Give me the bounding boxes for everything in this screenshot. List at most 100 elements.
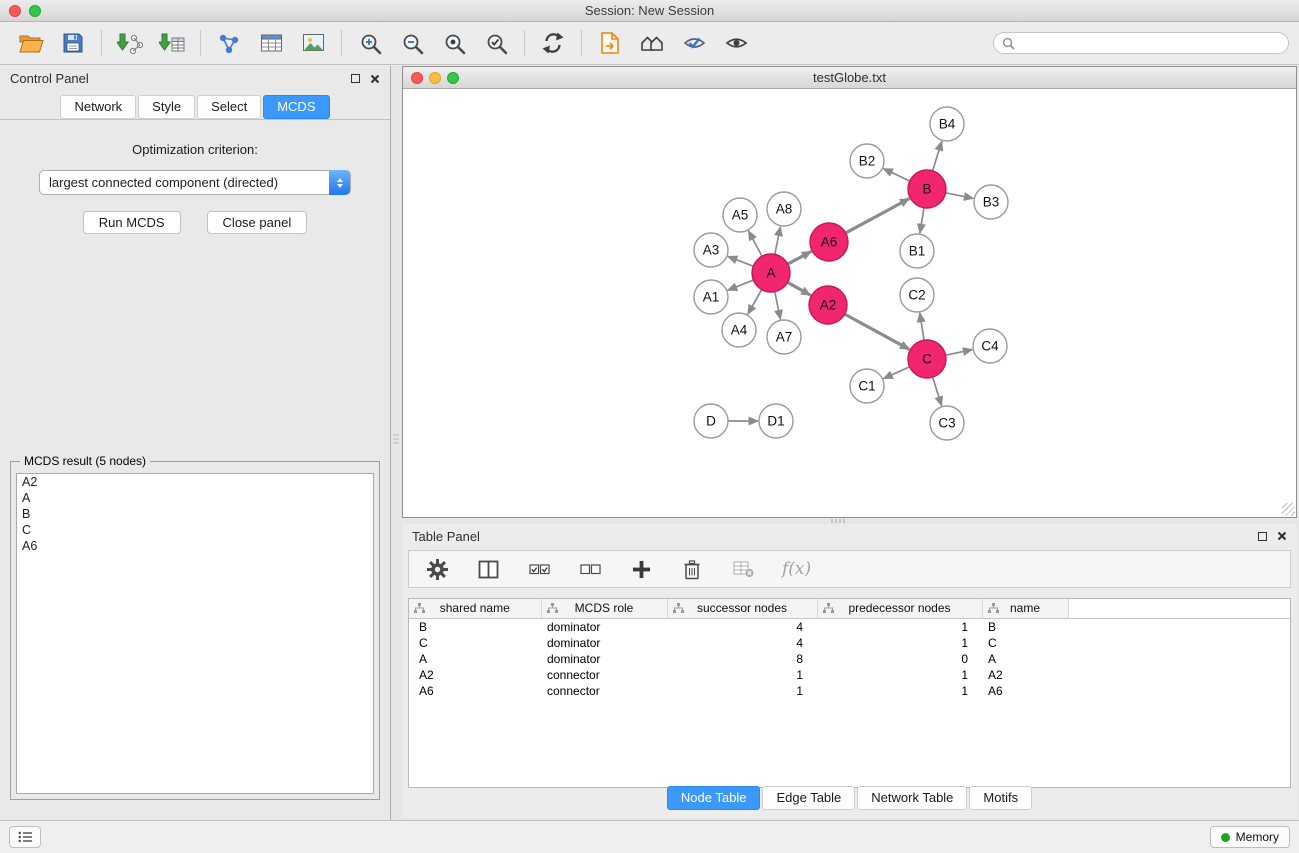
export-image-button[interactable] [292,26,334,60]
table-row[interactable]: A2connector11A2 [409,667,1290,683]
graph-node-A7[interactable]: A7 [767,320,801,354]
deselect-all-columns-button[interactable] [578,557,602,581]
column-header-successor-nodes[interactable]: successor nodes [667,599,817,618]
open-session-button[interactable] [10,26,52,60]
column-header-shared-name[interactable]: shared name [409,599,541,618]
graph-edge-C-C2[interactable] [920,313,924,340]
table-settings-button[interactable] [425,557,449,581]
import-table-button[interactable] [151,26,193,60]
apply-layout-button[interactable] [532,26,574,60]
graph-node-B4[interactable]: B4 [930,107,964,141]
tab-select[interactable]: Select [197,95,261,119]
graph-edge-C-C1[interactable] [883,367,909,379]
tab-node-table[interactable]: Node Table [667,786,761,810]
graph-edge-A-A3[interactable] [728,256,753,266]
show-column-panel-button[interactable] [476,557,500,581]
table-row[interactable]: Adominator80A [409,651,1290,667]
zoom-window-button[interactable] [29,5,41,17]
graph-edge-B-B1[interactable] [920,208,924,233]
close-network-window-button[interactable] [411,72,423,84]
zoom-in-button[interactable] [349,26,391,60]
graph-node-A1[interactable]: A1 [694,280,728,314]
graph-node-A4[interactable]: A4 [722,313,756,347]
close-panel-icon[interactable] [370,74,380,84]
close-panel-button[interactable]: Close panel [207,211,308,234]
result-item[interactable]: A6 [17,538,373,554]
graph-node-D1[interactable]: D1 [759,404,793,438]
graph-edge-B-B4[interactable] [933,141,942,171]
memory-button[interactable]: Memory [1210,826,1290,848]
save-session-button[interactable] [52,26,94,60]
graph-edge-A-A5[interactable] [748,231,762,256]
tab-motifs[interactable]: Motifs [969,786,1032,810]
table-row[interactable]: Bdominator41B [409,618,1290,635]
graph-node-A6[interactable]: A6 [810,223,848,261]
tab-style[interactable]: Style [138,95,195,119]
tab-network-table[interactable]: Network Table [857,786,967,810]
zoom-network-window-button[interactable] [447,72,459,84]
graph-node-B3[interactable]: B3 [974,185,1008,219]
column-header-mcds-role[interactable]: MCDS role [541,599,667,618]
graph-node-B2[interactable]: B2 [850,144,884,178]
tab-mcds[interactable]: MCDS [263,95,329,119]
graph-edge-A-A2[interactable] [788,282,811,295]
graph-node-C4[interactable]: C4 [973,329,1007,363]
graph-edge-A-A7[interactable] [775,292,781,320]
graph-edge-C-C3[interactable] [933,377,942,406]
zoom-selected-button[interactable] [475,26,517,60]
close-window-button[interactable] [9,5,21,17]
graph-node-C2[interactable]: C2 [900,278,934,312]
network-graph[interactable]: B4B2BB3A8A5A6A3B1AC2A1A2A4A7C4CC1DD1C3 [403,89,1296,517]
column-header-predecessor-nodes[interactable]: predecessor nodes [817,599,982,618]
criterion-dropdown[interactable]: largest connected component (directed) [39,170,351,195]
graph-edge-A-A8[interactable] [775,227,781,255]
graph-edge-A2-C[interactable] [845,314,910,349]
select-all-columns-button[interactable] [527,557,551,581]
open-document-button[interactable] [589,26,631,60]
table-row[interactable]: Cdominator41C [409,635,1290,651]
first-neighbors-button[interactable] [631,26,673,60]
task-history-button[interactable] [9,826,41,848]
result-item[interactable]: A [17,490,373,506]
graph-node-B[interactable]: B [908,170,946,208]
graph-node-B1[interactable]: B1 [900,234,934,268]
graph-edge-B-B2[interactable] [883,169,909,181]
result-item[interactable]: C [17,522,373,538]
zoom-out-button[interactable] [391,26,433,60]
search-input[interactable] [1020,36,1280,50]
graph-edge-A-A4[interactable] [748,290,762,315]
tab-edge-table[interactable]: Edge Table [762,786,855,810]
graph-edge-B-B3[interactable] [946,193,974,199]
graph-node-A2[interactable]: A2 [809,286,847,324]
search-box[interactable] [993,32,1289,54]
network-canvas[interactable]: B4B2BB3A8A5A6A3B1AC2A1A2A4A7C4CC1DD1C3 [403,89,1296,517]
delete-table-button[interactable] [731,557,755,581]
import-network-button[interactable] [109,26,151,60]
graph-node-C[interactable]: C [908,340,946,378]
table-row[interactable]: A6connector11A6 [409,683,1290,699]
new-table-button[interactable] [250,26,292,60]
window-resize-grip[interactable] [1282,503,1295,516]
result-item[interactable]: A2 [17,474,373,490]
graph-node-C1[interactable]: C1 [850,369,884,403]
graph-node-C3[interactable]: C3 [930,406,964,440]
graphics-details-button[interactable] [673,26,715,60]
graph-node-A[interactable]: A [752,254,790,292]
graph-edge-A6-B[interactable] [846,199,910,233]
zoom-fit-button[interactable] [433,26,475,60]
function-builder-button[interactable]: f(x) [782,559,811,579]
create-column-button[interactable] [629,557,653,581]
vertical-splitter-handle[interactable] [393,434,399,448]
graph-node-D[interactable]: D [694,404,728,438]
graph-node-A8[interactable]: A8 [767,192,801,226]
graph-edge-A-A1[interactable] [728,280,754,290]
result-item[interactable]: B [17,506,373,522]
column-header-name[interactable]: name [982,599,1068,618]
close-panel-icon[interactable] [1277,531,1287,541]
graph-edge-A-A6[interactable] [788,251,812,264]
graph-node-A3[interactable]: A3 [694,233,728,267]
tab-network[interactable]: Network [60,95,136,119]
show-hide-button[interactable] [715,26,757,60]
graph-edge-C-C4[interactable] [946,350,973,356]
mcds-result-list[interactable]: A2 A B C A6 [16,473,374,794]
